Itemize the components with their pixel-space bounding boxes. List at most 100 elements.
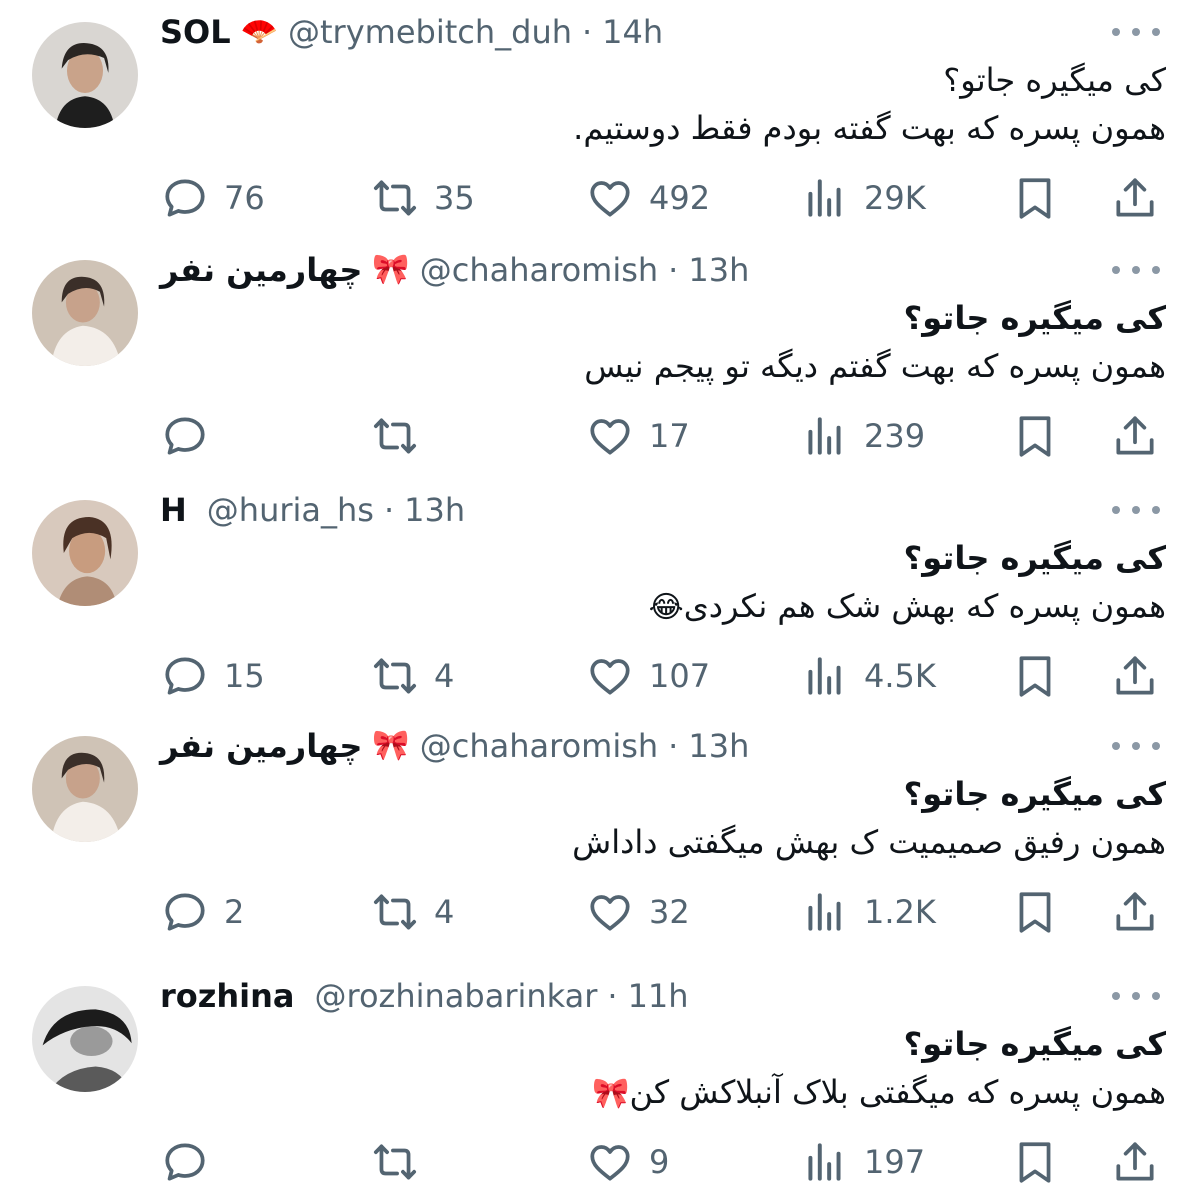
timestamp[interactable]: 13h [404, 491, 465, 529]
retweet-button[interactable] [370, 406, 434, 466]
like-icon [590, 419, 630, 455]
timestamp[interactable]: 14h [602, 13, 663, 51]
action-bar: 2 4 32 1.2K [0, 882, 1200, 942]
more-icon[interactable] [1112, 22, 1160, 42]
like-button[interactable]: 17 [585, 406, 690, 466]
bookmark-button[interactable] [1010, 882, 1060, 942]
like-button[interactable]: 107 [585, 646, 710, 706]
views-button[interactable]: 197 [800, 1132, 925, 1192]
timestamp[interactable]: 13h [688, 251, 749, 289]
user-handle[interactable]: @huria_hs [207, 491, 374, 529]
reply-button[interactable] [160, 406, 224, 466]
tweet-line-2: همون پسره که میگفتی بلاک آنبلاکش کن🎀 [160, 1068, 1166, 1116]
retweet-icon [373, 1144, 417, 1180]
text-emoji: 🎀 [592, 1076, 630, 1111]
display-name[interactable]: rozhina [160, 977, 295, 1015]
user-handle[interactable]: @trymebitch_duh [288, 13, 572, 51]
retweet-count: 4 [434, 893, 455, 931]
tweet-line: کی میگیره جاتو؟ [903, 539, 1166, 577]
reply-count: 76 [224, 179, 265, 217]
views-icon [808, 1143, 841, 1181]
avatar[interactable] [32, 986, 138, 1092]
reply-icon [165, 893, 205, 931]
retweet-icon [373, 180, 417, 216]
views-button[interactable]: 1.2K [800, 882, 936, 942]
bookmark-button[interactable] [1010, 406, 1060, 466]
tweet-line: کی میگیره جاتو؟ [943, 61, 1166, 99]
reply-button[interactable]: 2 [160, 882, 244, 942]
timestamp[interactable]: 11h [628, 977, 689, 1015]
avatar[interactable] [32, 260, 138, 366]
avatar[interactable] [32, 22, 138, 128]
timestamp[interactable]: 13h [688, 727, 749, 765]
share-icon [1116, 178, 1154, 217]
more-icon[interactable] [1112, 260, 1160, 280]
reply-button[interactable] [160, 1132, 224, 1192]
name-emoji: 🎀 [372, 728, 410, 763]
reply-icon [165, 417, 205, 455]
reply-icon [165, 657, 205, 695]
user-handle[interactable]: @rozhinabarinkar [315, 977, 598, 1015]
separator-dot: · [582, 13, 593, 51]
like-button[interactable]: 32 [585, 882, 690, 942]
tweet-line-2: همون پسره که بهش شک هم نکردی😂 [160, 582, 1166, 630]
reply-count: 15 [224, 657, 265, 695]
bookmark-icon [1019, 892, 1051, 933]
like-count: 492 [649, 179, 711, 217]
retweet-button[interactable] [370, 1132, 434, 1192]
share-button[interactable] [1110, 406, 1160, 466]
bookmark-icon [1019, 178, 1051, 219]
tweet-line-2: همون پسره که بهت گفتم دیگه تو پیجم نیس [160, 342, 1166, 390]
reply-button[interactable]: 76 [160, 168, 265, 228]
like-icon [590, 1145, 630, 1181]
like-icon [590, 895, 630, 931]
tweet-line-text: همون پسره که میگفتی بلاک آنبلاکش کن [629, 1073, 1167, 1111]
more-icon[interactable] [1112, 736, 1160, 756]
bookmark-icon [1019, 1142, 1051, 1183]
views-button[interactable]: 29K [800, 168, 926, 228]
avatar[interactable] [32, 500, 138, 606]
share-button[interactable] [1110, 1132, 1160, 1192]
user-handle[interactable]: @chaharomish [420, 251, 658, 289]
reply-button[interactable]: 15 [160, 646, 265, 706]
separator-dot: · [668, 727, 679, 765]
views-button[interactable]: 4.5K [800, 646, 936, 706]
tweet-text: کی میگیره جاتو؟ همون پسره که میگفتی بلاک… [160, 1020, 1166, 1116]
separator-dot: · [383, 491, 395, 529]
bookmark-icon [1019, 416, 1051, 457]
avatar[interactable] [32, 736, 138, 842]
display-name[interactable]: SOL [160, 13, 231, 51]
reply-count: 2 [224, 893, 245, 931]
retweet-button[interactable]: 4 [370, 882, 454, 942]
like-button[interactable]: 9 [585, 1132, 669, 1192]
more-icon[interactable] [1112, 986, 1160, 1006]
tweet-line-text: همون پسره که بهش شک هم نکردی [683, 587, 1166, 625]
timeline: SOL 🪭 @trymebitch_duh · 14h کی میگیره جا… [0, 0, 1200, 1200]
display-name[interactable]: H [160, 491, 187, 529]
like-count: 107 [649, 657, 711, 695]
text-emoji: 😂 [648, 590, 684, 625]
user-handle[interactable]: @chaharomish [420, 727, 658, 765]
share-icon [1116, 416, 1154, 455]
bookmark-button[interactable] [1010, 646, 1060, 706]
like-button[interactable]: 492 [585, 168, 710, 228]
display-name[interactable]: چهارمین نفر [160, 251, 362, 289]
share-button[interactable] [1110, 882, 1160, 942]
bookmark-button[interactable] [1010, 1132, 1060, 1192]
display-name[interactable]: چهارمین نفر [160, 727, 362, 765]
views-button[interactable]: 239 [800, 406, 925, 466]
tweet-line-2: همون پسره که بهت گفته بودم فقط دوستیم. [160, 104, 1166, 152]
tweet-line-text: همون پسره که بهت گفتم دیگه تو پیجم نیس [584, 347, 1166, 385]
tweet-header: SOL 🪭 @trymebitch_duh · 14h [160, 10, 663, 54]
bookmark-button[interactable] [1010, 168, 1060, 228]
retweet-button[interactable]: 35 [370, 168, 475, 228]
share-button[interactable] [1110, 646, 1160, 706]
share-icon [1116, 1142, 1154, 1181]
reply-icon [165, 1143, 205, 1181]
separator-dot: · [668, 251, 679, 289]
name-emoji: 🪭 [240, 14, 278, 49]
share-button[interactable] [1110, 168, 1160, 228]
more-icon[interactable] [1112, 500, 1160, 520]
retweet-button[interactable]: 4 [370, 646, 454, 706]
views-count: 4.5K [864, 657, 936, 695]
